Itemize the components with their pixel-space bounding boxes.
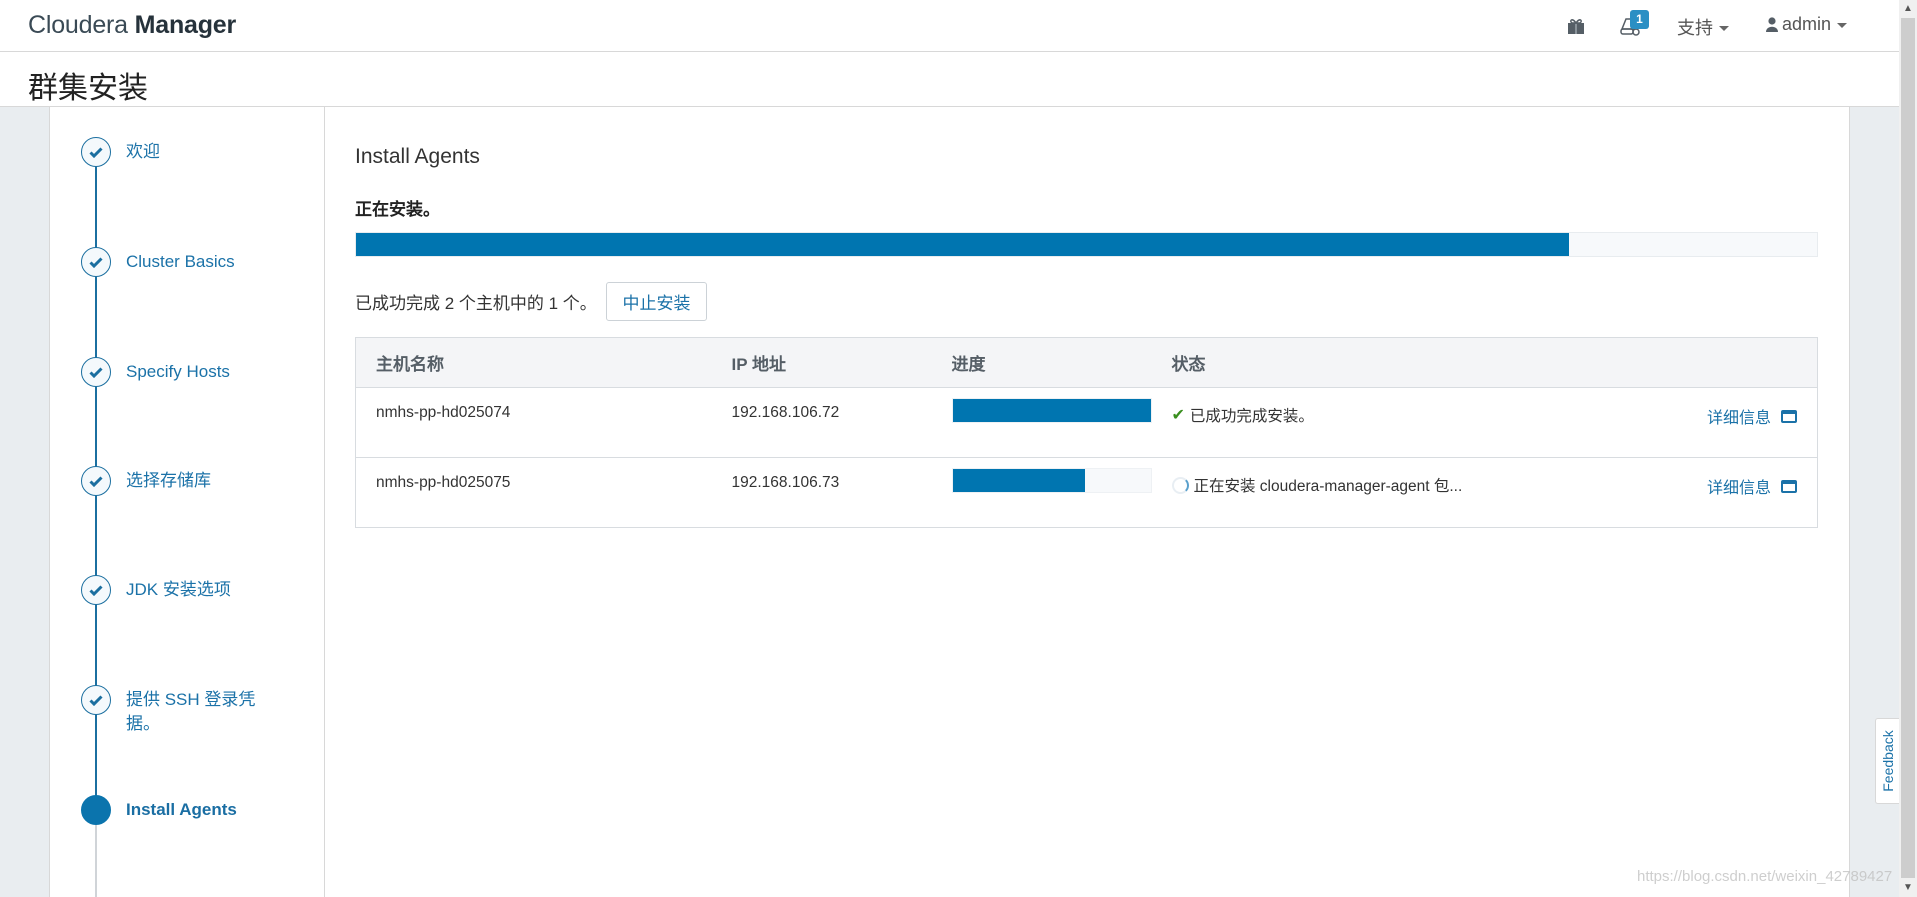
abort-install-button[interactable]: 中止安装 xyxy=(606,282,707,321)
ip-cell: 192.168.106.73 xyxy=(731,474,840,491)
table-row: nmhs-pp-hd025074 192.168.106.72 ✔ 已成功完成安… xyxy=(355,387,1818,458)
check-icon xyxy=(81,137,111,167)
check-icon xyxy=(81,357,111,387)
caret-down-icon xyxy=(1837,23,1848,28)
status-cell: ✔ 已成功完成安装。 xyxy=(1151,387,1621,458)
check-icon xyxy=(81,575,111,605)
details-cell: 详细信息 xyxy=(1620,387,1818,458)
vertical-scrollbar[interactable]: ▲ ▼ xyxy=(1899,0,1917,897)
scroll-up-icon[interactable]: ▲ xyxy=(1899,0,1917,18)
main-content: Install Agents 正在安装。 已成功完成 2 个主机中的 1 个。 … xyxy=(325,107,1849,897)
app-logo[interactable]: Cloudera Manager xyxy=(28,11,236,40)
wizard-step-cluster-basics[interactable]: Cluster Basics xyxy=(81,247,276,277)
overall-progress-fill xyxy=(356,233,1569,256)
install-status-heading: 正在安装。 xyxy=(355,200,440,219)
check-icon xyxy=(81,247,111,277)
wizard-step-select-repository[interactable]: 选择存储库 xyxy=(81,466,276,496)
overall-progress-bar xyxy=(355,232,1818,257)
details-link[interactable]: 详细信息 xyxy=(1707,474,1797,498)
column-header-hostname[interactable]: 主机名称 xyxy=(355,337,712,388)
column-header-status: 状态 xyxy=(1151,337,1621,388)
wizard-step-welcome[interactable]: 欢迎 xyxy=(81,137,276,167)
gift-icon[interactable] xyxy=(1566,17,1586,35)
progress-cell xyxy=(932,458,1152,528)
status-cell: 正在安装 cloudera-manager-agent 包... xyxy=(1152,458,1621,528)
page-title: 群集安装 xyxy=(28,72,148,105)
progress-cell xyxy=(931,387,1152,458)
status-text: 正在安装 cloudera-manager-agent 包... xyxy=(1193,478,1463,495)
wizard-step-jdk-options[interactable]: JDK 安装选项 xyxy=(81,575,276,605)
top-navbar: Cloudera Manager 1 支持 admin xyxy=(0,0,1899,52)
table-header-row: 主机名称 IP 地址 进度 状态 xyxy=(355,337,1818,388)
watermark: https://blog.csdn.net/weixin_42789427 xyxy=(1637,868,1893,885)
caret-down-icon xyxy=(1719,25,1729,31)
wizard-step-install-agents[interactable]: Install Agents xyxy=(81,795,276,825)
open-window-icon xyxy=(1781,479,1797,493)
table-row: nmhs-pp-hd025075 192.168.106.73 正在安装 clo… xyxy=(356,458,1818,528)
wizard-sidebar: 欢迎 Cluster Basics Specify Hosts 选择存储库 JD… xyxy=(49,107,325,897)
column-header-actions xyxy=(1620,337,1818,388)
wizard-step-specify-hosts[interactable]: Specify Hosts xyxy=(81,357,276,387)
host-progress-bar xyxy=(951,468,1152,493)
details-cell: 详细信息 xyxy=(1621,458,1818,528)
column-header-ip[interactable]: IP 地址 xyxy=(711,337,932,388)
open-window-icon xyxy=(1781,409,1797,423)
hostname-cell: nmhs-pp-hd025075 xyxy=(376,474,511,491)
wizard-remaining-line xyxy=(95,825,97,897)
status-text: 已成功完成安装。 xyxy=(1189,408,1314,425)
scrollbar-thumb[interactable] xyxy=(1901,18,1915,878)
scroll-down-icon[interactable]: ▼ xyxy=(1899,879,1917,897)
alerts-count-badge: 1 xyxy=(1630,10,1649,29)
check-icon xyxy=(81,685,111,715)
spinner-icon xyxy=(1171,476,1189,494)
details-link[interactable]: 详细信息 xyxy=(1707,404,1797,428)
completion-count-text: 已成功完成 2 个主机中的 1 个。 xyxy=(355,294,597,313)
support-menu[interactable]: 支持 xyxy=(1677,14,1729,40)
user-menu[interactable]: admin xyxy=(1766,14,1848,35)
hostname-cell: nmhs-pp-hd025074 xyxy=(355,387,712,458)
user-icon xyxy=(1766,17,1778,32)
host-progress-bar xyxy=(951,398,1152,423)
column-header-progress: 进度 xyxy=(931,337,1152,388)
feedback-tab[interactable]: Feedback xyxy=(1875,718,1899,804)
page-header: 群集安装 xyxy=(0,52,1899,107)
check-icon: ✔ xyxy=(1171,407,1185,424)
ip-cell: 192.168.106.72 xyxy=(711,387,932,458)
wizard-step-ssh-credentials[interactable]: 提供 SSH 登录凭据。 xyxy=(81,685,276,736)
hosts-table: 主机名称 IP 地址 进度 状态 nmhs-pp-hd025074 192.16… xyxy=(355,337,1818,528)
check-icon xyxy=(81,466,111,496)
host-progress-fill xyxy=(952,469,1086,492)
section-title: Install Agents xyxy=(355,145,480,168)
current-step-icon xyxy=(81,795,111,825)
host-progress-fill xyxy=(952,399,1151,422)
